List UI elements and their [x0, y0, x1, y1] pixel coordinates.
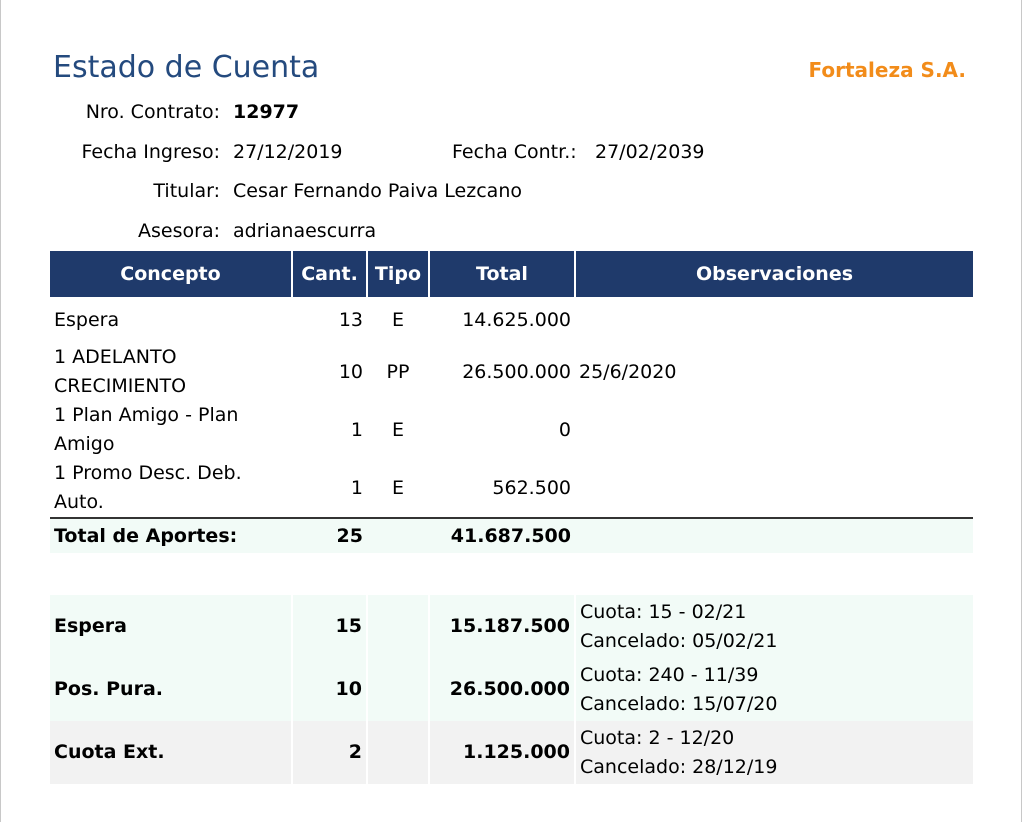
- table-header: Concepto Cant. Tipo Total Observaciones: [50, 251, 973, 297]
- summary-total: 15.187.500: [428, 595, 575, 658]
- cell-tipo: E: [391, 418, 404, 441]
- cell-concepto: 1 ADELANTO CRECIMIENTO: [54, 346, 187, 397]
- cell-cant: 1: [350, 476, 363, 499]
- summary-tipo: [366, 721, 429, 784]
- account-table: Concepto Cant. Tipo Total Observaciones …: [50, 251, 973, 784]
- summary-cuota: Cuota: 2 - 12/20: [580, 726, 735, 749]
- cell-total: 0: [558, 418, 571, 441]
- table-row: 1 ADELANTO CRECIMIENTO 10 PP 26.500.000 …: [50, 343, 973, 401]
- total-tipo: [367, 517, 429, 553]
- cell-concepto: Espera: [54, 308, 120, 331]
- summary-obs: Cuota: 2 - 12/20 Cancelado: 28/12/19: [574, 721, 973, 784]
- summary-tipo: [366, 658, 429, 721]
- cell-total: 26.500.000: [462, 360, 571, 383]
- summary-row: Cuota Ext. 2 1.125.000 Cuota: 2 - 12/20 …: [50, 721, 973, 784]
- header-tipo: Tipo: [366, 251, 429, 297]
- spacer-row: [50, 553, 973, 595]
- cell-cant: 10: [338, 360, 363, 383]
- header-concepto: Concepto: [50, 251, 292, 297]
- contract-date-label: Fecha Contr.:: [452, 141, 577, 163]
- document-title: Estado de Cuenta: [53, 50, 320, 85]
- summary-cant: 2: [291, 721, 367, 784]
- cell-tipo: E: [391, 308, 404, 331]
- summary-cant: 15: [291, 595, 367, 658]
- summary-total: 1.125.000: [428, 721, 575, 784]
- summary-concepto: Cuota Ext.: [50, 721, 292, 784]
- cell-obs: [575, 401, 973, 459]
- cell-cant: 1: [350, 418, 363, 441]
- summary-total: 26.500.000: [428, 658, 575, 721]
- holder-value: Cesar Fernando Paiva Lezcano: [233, 180, 522, 202]
- total-amount: 41.687.500: [429, 517, 575, 553]
- cell-tipo: PP: [386, 360, 410, 383]
- cell-tipo: E: [391, 476, 404, 499]
- summary-cuota: Cuota: 240 - 11/39: [580, 663, 759, 686]
- total-row: Total de Aportes: 25 41.687.500: [50, 517, 973, 553]
- total-obs: [575, 517, 973, 553]
- summary-cancelado: Cancelado: 15/07/20: [580, 692, 778, 715]
- summary-concepto: Pos. Pura.: [50, 658, 292, 721]
- total-cant: 25: [292, 517, 367, 553]
- cell-concepto: 1 Promo Desc. Deb. Auto.: [54, 462, 242, 513]
- header-observaciones: Observaciones: [574, 251, 973, 297]
- cell-cant: 13: [338, 308, 363, 331]
- summary-cuota: Cuota: 15 - 02/21: [580, 600, 747, 623]
- header-cant: Cant.: [291, 251, 367, 297]
- cell-concepto: 1 Plan Amigo - Plan Amigo: [54, 404, 239, 455]
- entry-date-value: 27/12/2019: [233, 141, 343, 163]
- summary-cancelado: Cancelado: 28/12/19: [580, 755, 778, 778]
- cell-obs: [575, 297, 973, 343]
- header-total: Total: [428, 251, 575, 297]
- cell-total: 562.500: [492, 476, 571, 499]
- advisor-value: adrianaescurra: [233, 220, 377, 242]
- summary-cancelado: Cancelado: 05/02/21: [580, 629, 778, 652]
- table-row: 1 Promo Desc. Deb. Auto. 1 E 562.500: [50, 459, 973, 518]
- contract-date-value: 27/02/2039: [595, 141, 705, 163]
- summary-obs: Cuota: 15 - 02/21 Cancelado: 05/02/21: [574, 595, 973, 658]
- summary-concepto: Espera: [50, 595, 292, 658]
- summary-tipo: [366, 595, 429, 658]
- cell-total: 14.625.000: [462, 308, 571, 331]
- total-label: Total de Aportes:: [50, 517, 292, 553]
- contract-number-value: 12977: [233, 101, 300, 123]
- entry-date-label: Fecha Ingreso:: [81, 141, 220, 163]
- cell-obs: [575, 459, 973, 518]
- company-name: Fortaleza S.A.: [808, 58, 966, 82]
- table-row: 1 Plan Amigo - Plan Amigo 1 E 0: [50, 401, 973, 459]
- summary-obs: Cuota: 240 - 11/39 Cancelado: 15/07/20: [574, 658, 973, 721]
- summary-row: Pos. Pura. 10 26.500.000 Cuota: 240 - 11…: [50, 658, 973, 721]
- contract-number-label: Nro. Contrato:: [85, 101, 220, 123]
- table-row: Espera 13 E 14.625.000: [50, 297, 973, 343]
- summary-row: Espera 15 15.187.500 Cuota: 15 - 02/21 C…: [50, 595, 973, 658]
- summary-cant: 10: [291, 658, 367, 721]
- advisor-label: Asesora:: [138, 220, 220, 242]
- cell-obs: 25/6/2020: [579, 360, 677, 383]
- holder-label: Titular:: [153, 180, 220, 202]
